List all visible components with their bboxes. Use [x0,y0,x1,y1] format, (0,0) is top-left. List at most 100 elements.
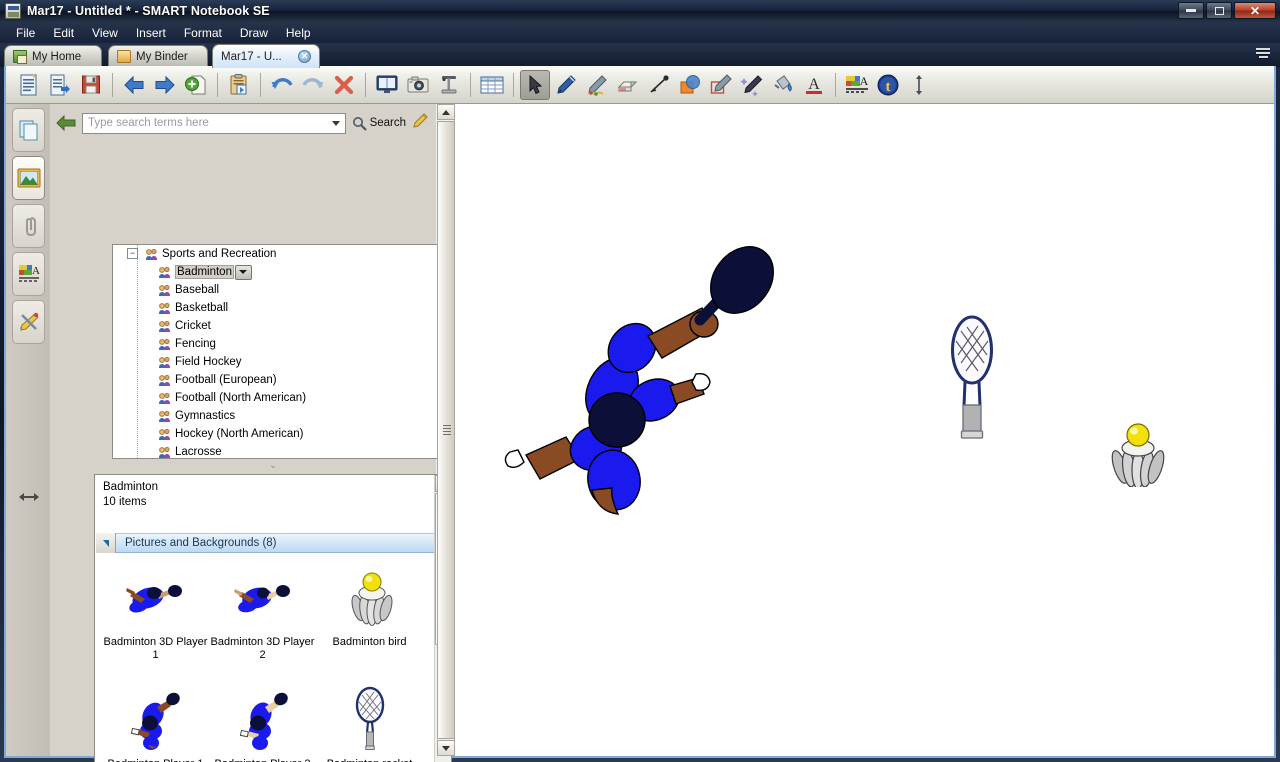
gallery-thumbnail-grid: Badminton 3D Player 1 Badminton 3D Playe… [96,555,435,762]
tree-expander-icon[interactable]: − [127,248,138,259]
creative-pen-button[interactable] [582,70,612,100]
paste-button[interactable] [224,70,254,100]
thumbnail-image[interactable] [222,683,303,755]
list-item[interactable]: Badminton racket [316,683,423,762]
close-icon[interactable]: ✕ [298,50,311,63]
maximize-button[interactable] [1206,2,1232,19]
list-item[interactable]: Badminton 3D Player 2 [209,561,316,662]
tree-row-child[interactable]: Cricket [113,317,437,335]
line-tool-button[interactable] [644,70,674,100]
badminton-shuttlecock-graphic[interactable] [1106,419,1168,487]
sidebar-item-addons[interactable] [12,300,45,344]
canvas-scroll-up-button[interactable] [437,104,455,120]
next-page-button[interactable] [150,70,180,100]
magic-pen-button[interactable] [737,70,767,100]
thumbnail-image[interactable] [115,683,196,755]
menu-edit[interactable]: Edit [44,24,83,42]
canvas-vertical-scrollbar[interactable] [437,104,455,756]
tab-my-home[interactable]: My Home [4,45,102,67]
list-item[interactable]: Badminton 3D Player 1 [102,561,209,662]
category-collapse-toggle[interactable] [96,533,116,553]
tree-row-dropdown-button[interactable] [234,264,252,280]
list-item[interactable]: Badminton Player 2 [209,683,316,762]
sidebar-tab-rail: A [6,104,50,756]
menu-help[interactable]: Help [277,24,320,42]
menu-file[interactable]: File [7,24,44,42]
delete-button[interactable] [329,70,359,100]
tab-menu-icon[interactable] [1256,48,1272,62]
badminton-racket-graphic[interactable] [948,311,996,446]
tree-row-child[interactable]: Fencing [113,335,437,353]
tree-row-child[interactable]: Football (North American) [113,389,437,407]
sidebar-item-attachments[interactable] [12,204,45,248]
previous-page-button[interactable] [119,70,149,100]
sidebar-resize-handle[interactable] [16,484,42,510]
sidebar-item-properties[interactable]: A [12,252,45,296]
pen-tool-button[interactable] [551,70,581,100]
window-title: Mar17 - Untitled * - SMART Notebook SE [27,4,270,18]
magic-wand-icon[interactable] [412,112,428,134]
gallery-category-tree[interactable]: − Sports and Recreation Badminton Baseba… [112,244,455,459]
main-toolbar: A A t [6,66,1274,104]
canvas-scroll-down-button[interactable] [437,740,455,756]
notebook-tools-button[interactable]: t [873,70,903,100]
shapes-button[interactable] [675,70,705,100]
add-page-button[interactable] [181,70,211,100]
tree-row-child[interactable]: Lacrosse [113,443,437,458]
select-tool-button[interactable] [520,69,550,100]
chevron-down-icon[interactable] [331,120,340,126]
tree-row-child[interactable]: Football (European) [113,371,437,389]
tree-row-child[interactable]: Field Hockey [113,353,437,371]
menu-view[interactable]: View [83,24,127,42]
tree-row-child[interactable]: Baseball [113,281,437,299]
tab-my-binder[interactable]: My Binder [108,45,208,67]
thumbnail-image[interactable] [222,561,303,633]
sidebar-splitter[interactable]: ⌄ [255,461,291,470]
table-button[interactable] [477,70,507,100]
document-camera-button[interactable] [434,70,464,100]
search-input-wrapper[interactable] [82,112,346,134]
page-canvas[interactable]: Extend Page [456,104,1274,756]
close-button[interactable]: ✕ [1234,2,1276,19]
list-item[interactable]: Badminton Player 1 [102,683,209,762]
shape-pen-button[interactable] [706,70,736,100]
open-file-button[interactable] [45,70,75,100]
menu-draw[interactable]: Draw [231,24,277,42]
thumbnail-image[interactable] [329,561,410,633]
new-page-button[interactable] [14,70,44,100]
redo-button[interactable] [298,70,328,100]
tree-row-child[interactable]: Basketball [113,299,437,317]
racket-art [355,686,384,750]
eraser-button[interactable] [613,70,643,100]
sidebar-item-gallery[interactable] [12,156,45,200]
toolbar-separator [260,72,261,97]
items-category-bar[interactable]: Pictures and Backgrounds (8) [96,533,435,553]
list-item[interactable]: Badminton bird [316,561,423,649]
badminton-player-graphic[interactable] [504,240,804,520]
fill-button[interactable] [768,70,798,100]
full-screen-button[interactable] [372,70,402,100]
save-button[interactable] [76,70,106,100]
menu-format[interactable]: Format [175,24,231,42]
canvas-scroll-thumb[interactable] [437,121,455,739]
tree-row-root[interactable]: − Sports and Recreation [113,245,437,263]
search-button[interactable]: Search [352,116,406,131]
toolbar-separator [217,72,218,97]
screen-capture-button[interactable] [403,70,433,100]
menu-insert[interactable]: Insert [127,24,175,42]
minimize-button[interactable] [1178,2,1204,19]
search-input[interactable] [88,117,345,129]
sidebar-item-page-sorter[interactable] [12,108,45,152]
people-group-icon [158,356,171,369]
text-color-button[interactable]: A [799,70,829,100]
back-arrow-icon[interactable] [56,114,76,132]
move-toolbar-button[interactable] [904,70,934,100]
tree-row-child[interactable]: Badminton [113,263,437,281]
undo-button[interactable] [267,70,297,100]
tab-document[interactable]: Mar17 - U... ✕ [212,44,320,68]
properties-button[interactable]: A [842,70,872,100]
tree-row-child[interactable]: Hockey (North American) [113,425,437,443]
tree-row-child[interactable]: Gymnastics [113,407,437,425]
thumbnail-image[interactable] [115,561,196,633]
thumbnail-image[interactable] [329,683,410,755]
